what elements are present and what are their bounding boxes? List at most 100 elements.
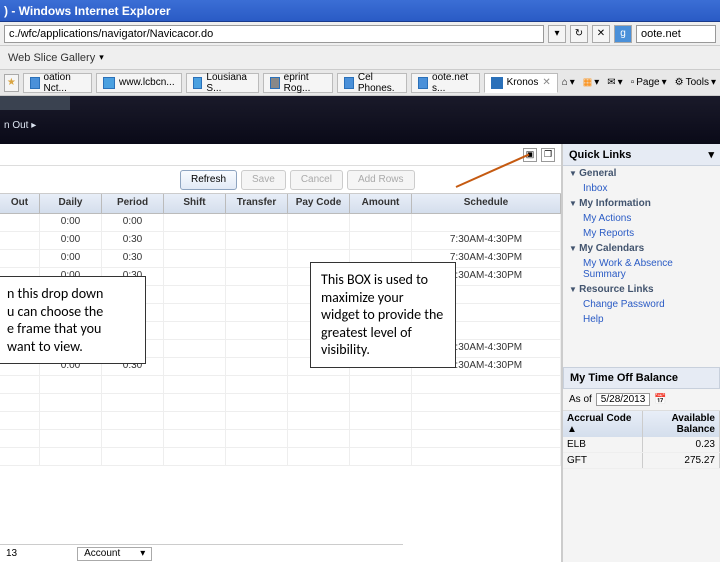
cell-schedule[interactable] (412, 394, 561, 411)
address-input[interactable] (4, 25, 544, 43)
cell-daily[interactable]: 0:00 (40, 214, 102, 231)
cell-transfer[interactable] (226, 448, 288, 465)
cell-daily[interactable]: 0:00 (40, 250, 102, 267)
cell-paycode[interactable] (288, 448, 350, 465)
cell-amount[interactable] (350, 232, 412, 249)
gear-icon[interactable]: ▾ (708, 148, 714, 161)
cell-daily[interactable] (40, 376, 102, 393)
ql-section[interactable]: My Information (563, 196, 720, 211)
cell-transfer[interactable] (226, 340, 288, 357)
cell-shift[interactable] (164, 322, 226, 339)
tab-5[interactable]: oote.net s... (411, 73, 479, 93)
table-row[interactable] (0, 412, 561, 430)
add-rows-button[interactable]: Add Rows (347, 170, 415, 190)
favorites-star-icon[interactable]: ★ (4, 74, 19, 92)
address-go-dropdown[interactable]: ▾ (548, 25, 566, 43)
feeds-button[interactable]: ▦▾ (583, 77, 599, 88)
table-row[interactable]: 0:000:307:30AM-4:30PM (0, 250, 561, 268)
cell-schedule[interactable] (412, 214, 561, 231)
cell-amount[interactable] (350, 412, 412, 429)
cell-transfer[interactable] (226, 286, 288, 303)
cell-transfer[interactable] (226, 232, 288, 249)
cell-shift[interactable] (164, 304, 226, 321)
cell-shift[interactable] (164, 250, 226, 267)
cell-paycode[interactable] (288, 394, 350, 411)
punch-out-link[interactable]: n Out ▸ (4, 120, 36, 131)
cell-amount[interactable] (350, 376, 412, 393)
table-row[interactable] (0, 448, 561, 466)
maximize-icon[interactable]: ❐ (541, 148, 555, 162)
col-amount[interactable]: Amount (350, 194, 412, 213)
cell-transfer[interactable] (226, 412, 288, 429)
tab-3[interactable]: eprint Rog... (263, 73, 333, 93)
app-nav-tab[interactable] (0, 96, 70, 110)
cell-out[interactable] (0, 376, 40, 393)
ql-item[interactable]: Inbox (563, 181, 720, 196)
cell-schedule[interactable]: 7:30AM-4:30PM (412, 232, 561, 249)
cell-transfer[interactable] (226, 322, 288, 339)
time-off-header[interactable]: My Time Off Balance (563, 367, 720, 389)
mail-button[interactable]: ✉▾ (607, 77, 622, 88)
cell-transfer[interactable] (226, 304, 288, 321)
favorites-link[interactable]: Web Slice Gallery (8, 52, 95, 64)
cell-period[interactable] (102, 394, 164, 411)
cell-transfer[interactable] (226, 394, 288, 411)
stop-icon[interactable]: ✕ (592, 25, 610, 43)
search-input[interactable] (636, 25, 716, 43)
account-dropdown[interactable]: Account▾ (77, 547, 152, 561)
cell-period[interactable] (102, 430, 164, 447)
save-button[interactable]: Save (241, 170, 286, 190)
col-schedule[interactable]: Schedule (412, 194, 561, 213)
cell-amount[interactable] (350, 430, 412, 447)
table-row[interactable] (0, 376, 561, 394)
refresh-icon[interactable]: ↻ (570, 25, 588, 43)
tab-0[interactable]: oation Nct... (23, 73, 92, 93)
cell-shift[interactable] (164, 412, 226, 429)
cell-transfer[interactable] (226, 358, 288, 375)
cell-schedule[interactable] (412, 448, 561, 465)
cell-amount[interactable] (350, 448, 412, 465)
table-row[interactable] (0, 394, 561, 412)
cell-paycode[interactable] (288, 214, 350, 231)
cell-paycode[interactable] (288, 412, 350, 429)
ql-item[interactable]: Help (563, 312, 720, 327)
col-paycode[interactable]: Pay Code (288, 194, 350, 213)
cell-shift[interactable] (164, 214, 226, 231)
ql-section[interactable]: General (563, 166, 720, 181)
page-menu[interactable]: ▫Page▾ (631, 77, 667, 88)
cell-out[interactable] (0, 448, 40, 465)
cell-shift[interactable] (164, 376, 226, 393)
tools-menu[interactable]: ⚙Tools▾ (675, 77, 716, 88)
cell-amount[interactable] (350, 394, 412, 411)
cell-period[interactable]: 0:30 (102, 250, 164, 267)
ql-item[interactable]: My Work & Absence Summary (563, 256, 720, 282)
cell-schedule[interactable] (412, 412, 561, 429)
cell-period[interactable] (102, 412, 164, 429)
tab-2[interactable]: Lousiana S... (186, 73, 259, 93)
cell-shift[interactable] (164, 268, 226, 285)
cell-schedule[interactable] (412, 376, 561, 393)
ql-item[interactable]: My Reports (563, 226, 720, 241)
cell-period[interactable] (102, 448, 164, 465)
cell-transfer[interactable] (226, 430, 288, 447)
cell-out[interactable] (0, 214, 40, 231)
cell-out[interactable] (0, 232, 40, 249)
cell-transfer[interactable] (226, 250, 288, 267)
search-provider-icon[interactable]: g (614, 25, 632, 43)
cell-daily[interactable]: 0:00 (40, 232, 102, 249)
cell-transfer[interactable] (226, 376, 288, 393)
cell-paycode[interactable] (288, 430, 350, 447)
home-button[interactable]: ⌂▾ (562, 77, 575, 88)
col-daily[interactable]: Daily (40, 194, 102, 213)
cell-shift[interactable] (164, 286, 226, 303)
cell-shift[interactable] (164, 232, 226, 249)
tab-6[interactable]: Kronos✕ (484, 73, 558, 93)
cell-shift[interactable] (164, 430, 226, 447)
cell-paycode[interactable] (288, 232, 350, 249)
ql-item[interactable]: My Actions (563, 211, 720, 226)
col-shift[interactable]: Shift (164, 194, 226, 213)
cell-shift[interactable] (164, 358, 226, 375)
refresh-button[interactable]: Refresh (180, 170, 237, 190)
col-period[interactable]: Period (102, 194, 164, 213)
tab-1[interactable]: www.lcbcn... (96, 73, 182, 93)
